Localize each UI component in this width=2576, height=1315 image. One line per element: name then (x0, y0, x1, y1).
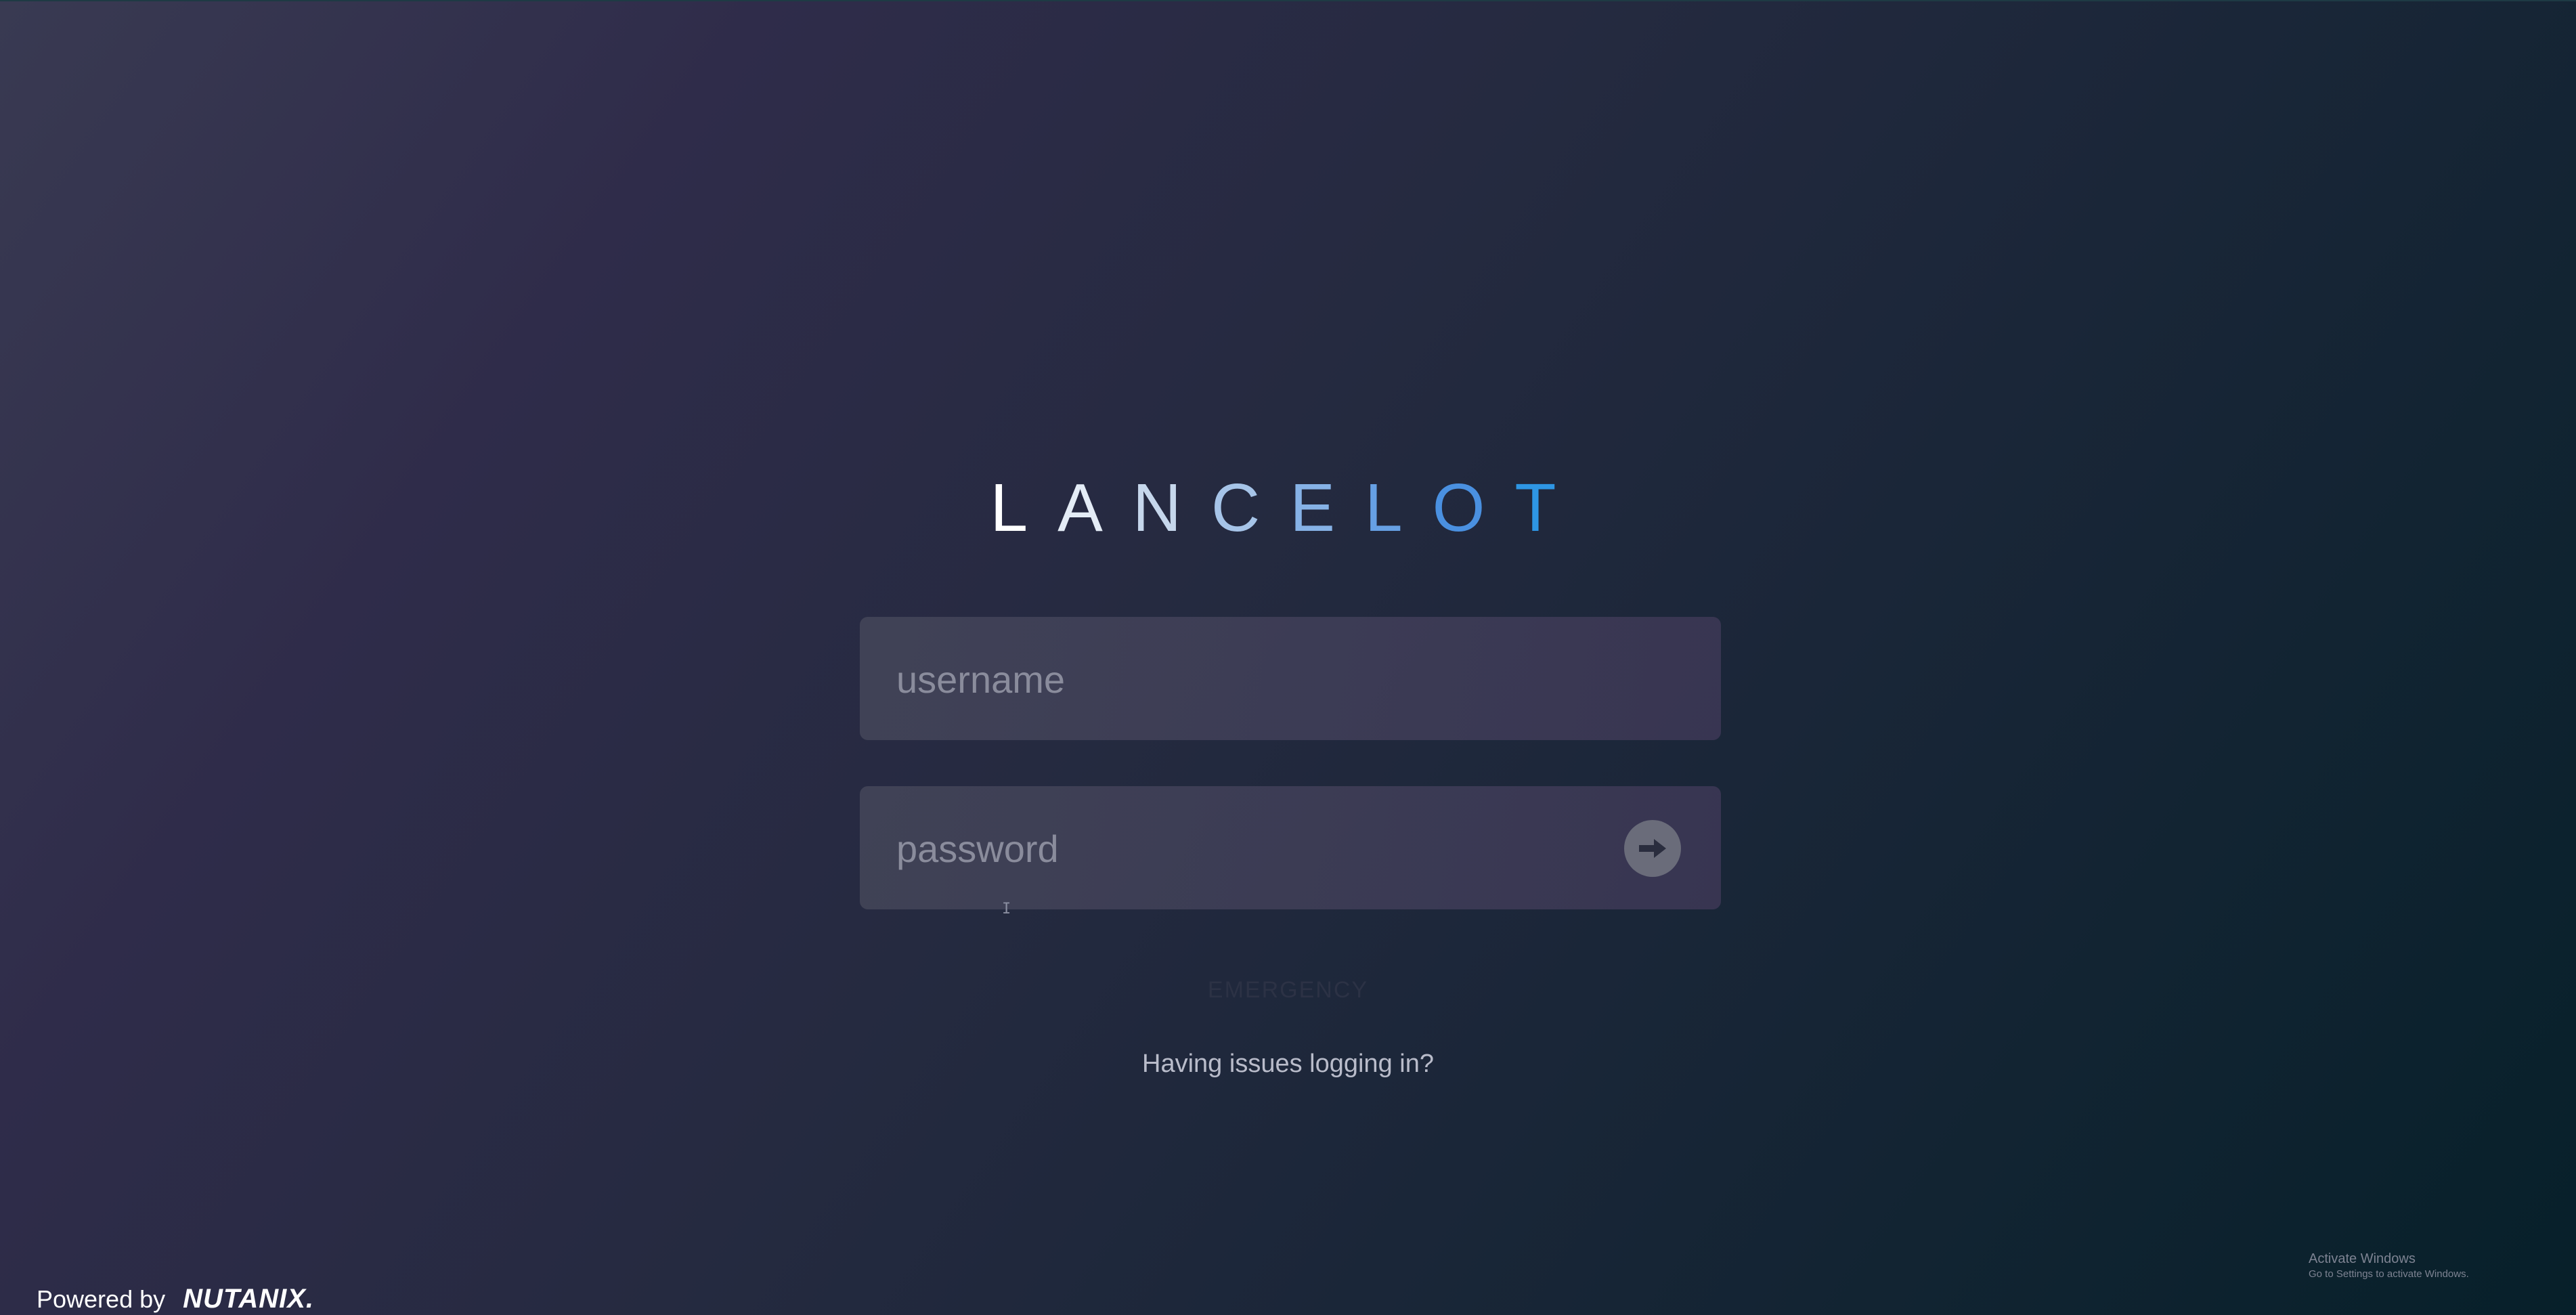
logo-letter: N (1132, 470, 1212, 546)
activate-windows-watermark: Activate Windows Go to Settings to activ… (2309, 1250, 2469, 1281)
activate-windows-title: Activate Windows (2309, 1251, 2416, 1266)
top-border (0, 0, 2576, 1)
nutanix-logo: NUTANIX. (183, 1284, 315, 1314)
powered-by-label: Powered by (37, 1285, 166, 1313)
username-input[interactable] (895, 617, 1629, 741)
arrow-right-icon (1639, 839, 1666, 858)
login-help-link[interactable]: Having issues logging in? (0, 1050, 2576, 1079)
app-logo: LANCELOT (0, 467, 2576, 548)
logo-letter: E (1290, 470, 1365, 546)
logo-letter: T (1514, 470, 1586, 546)
logo-letter: A (1057, 470, 1133, 546)
logo-letter: L (990, 470, 1058, 546)
text-cursor: I (1002, 901, 1011, 918)
username-field[interactable] (860, 617, 1721, 741)
login-submit-button[interactable] (1624, 820, 1681, 877)
logo-letter: C (1211, 470, 1290, 546)
logo-letter: L (1364, 470, 1433, 546)
password-input[interactable] (895, 786, 1629, 911)
password-field[interactable] (860, 786, 1721, 911)
emergency-access-link[interactable]: EMERGENCY (0, 977, 2576, 1004)
logo-letter: O (1432, 470, 1515, 546)
footer: Powered by NUTANIX. (37, 1284, 314, 1314)
activate-windows-subtitle: Go to Settings to activate Windows. (2309, 1268, 2469, 1280)
